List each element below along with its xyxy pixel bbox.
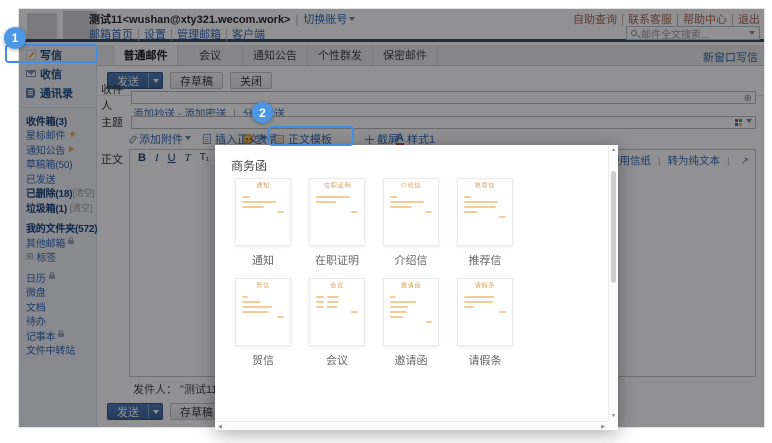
template-card-introduction[interactable]: 介绍信介绍信 — [383, 178, 439, 278]
template-preview-title: 请假条 — [472, 284, 498, 289]
page: 测试11<wushan@xty321.wecom.work>|切换账号 邮箱首页… — [0, 0, 772, 443]
preview-line — [464, 201, 498, 203]
modal-vertical-scrollbar[interactable] — [608, 145, 618, 421]
template-card-congratulation[interactable]: 贺信贺信 — [235, 278, 291, 378]
preview-line — [426, 321, 432, 323]
template-card-grid: 通知通知在职证明在职证明介绍信介绍信推荐信推荐信贺信贺信会议会议邀请函邀请函请假… — [235, 178, 513, 378]
template-preview-title: 在职证明 — [324, 184, 350, 189]
preview-line — [464, 296, 494, 298]
preview-line — [316, 301, 324, 303]
preview-line — [242, 201, 276, 203]
template-preview: 在职证明 — [309, 178, 365, 246]
template-card-notice[interactable]: 通知通知 — [235, 178, 291, 278]
template-preview: 邀请函 — [383, 278, 439, 346]
modal-horizontal-scrollbar[interactable] — [215, 421, 608, 430]
preview-line — [390, 311, 407, 313]
template-card-label: 介绍信 — [383, 252, 439, 268]
preview-line — [390, 316, 403, 318]
preview-line-pair — [316, 306, 358, 308]
template-preview: 通知 — [235, 178, 291, 246]
preview-line — [351, 211, 358, 213]
preview-line — [464, 196, 471, 198]
preview-line-pair — [316, 301, 358, 303]
template-preview-title: 通知 — [250, 184, 276, 189]
highlight-body-template-button — [268, 126, 354, 146]
modal-title: 商务函 — [231, 157, 267, 174]
template-card-meeting[interactable]: 会议会议 — [309, 278, 365, 378]
template-card-label: 邀请函 — [383, 352, 439, 368]
preview-line — [327, 296, 340, 298]
template-card-label: 通知 — [235, 252, 291, 268]
preview-line — [277, 211, 284, 213]
preview-line — [242, 301, 261, 303]
preview-line — [464, 211, 477, 213]
preview-line — [464, 301, 493, 303]
preview-line-pair — [316, 296, 358, 298]
template-preview-title: 推荐信 — [472, 184, 498, 189]
preview-line — [316, 296, 324, 298]
template-card-label: 贺信 — [235, 352, 291, 368]
preview-line — [390, 201, 424, 203]
preview-line — [464, 306, 474, 308]
template-preview: 介绍信 — [383, 178, 439, 246]
preview-line — [390, 301, 416, 303]
preview-line — [499, 216, 506, 218]
template-card-label: 会议 — [309, 352, 365, 368]
template-preview-title: 介绍信 — [398, 184, 424, 189]
preview-line — [316, 306, 324, 308]
template-preview: 贺信 — [235, 278, 291, 346]
template-card-leave-note[interactable]: 请假条请假条 — [457, 278, 513, 378]
preview-line — [277, 316, 284, 318]
template-preview: 请假条 — [457, 278, 513, 346]
preview-line — [390, 296, 396, 298]
template-preview-title: 会议 — [324, 284, 350, 289]
preview-line — [242, 311, 269, 313]
preview-line — [316, 196, 350, 198]
preview-line — [327, 301, 340, 303]
preview-line — [351, 311, 358, 313]
preview-line — [425, 211, 432, 213]
preview-line — [242, 206, 264, 208]
preview-line — [242, 196, 250, 198]
template-card-invitation[interactable]: 邀请函邀请函 — [383, 278, 439, 378]
template-card-employment-proof[interactable]: 在职证明在职证明 — [309, 178, 365, 278]
preview-line — [499, 311, 506, 313]
step-badge-1: 1 — [4, 27, 26, 49]
preview-line — [464, 206, 496, 208]
preview-line — [390, 306, 408, 308]
template-picker-modal: 商务函 通知通知在职证明在职证明介绍信介绍信推荐信推荐信贺信贺信会议会议邀请函邀… — [215, 145, 618, 430]
template-preview: 推荐信 — [457, 178, 513, 246]
scrollbar-thumb[interactable] — [611, 171, 616, 283]
preview-line — [316, 201, 336, 203]
preview-line — [242, 296, 248, 298]
preview-line — [390, 206, 412, 208]
template-card-label: 在职证明 — [309, 252, 365, 268]
template-preview: 会议 — [309, 278, 365, 346]
template-card-recommendation[interactable]: 推荐信推荐信 — [457, 178, 513, 278]
preview-line — [242, 306, 272, 308]
step-badge-2: 2 — [252, 102, 273, 123]
preview-line — [390, 196, 397, 198]
preview-line — [327, 306, 338, 308]
template-preview-title: 贺信 — [250, 284, 276, 289]
template-card-label: 推荐信 — [457, 252, 513, 268]
template-preview-title: 邀请函 — [398, 284, 424, 289]
template-card-label: 请假条 — [457, 352, 513, 368]
